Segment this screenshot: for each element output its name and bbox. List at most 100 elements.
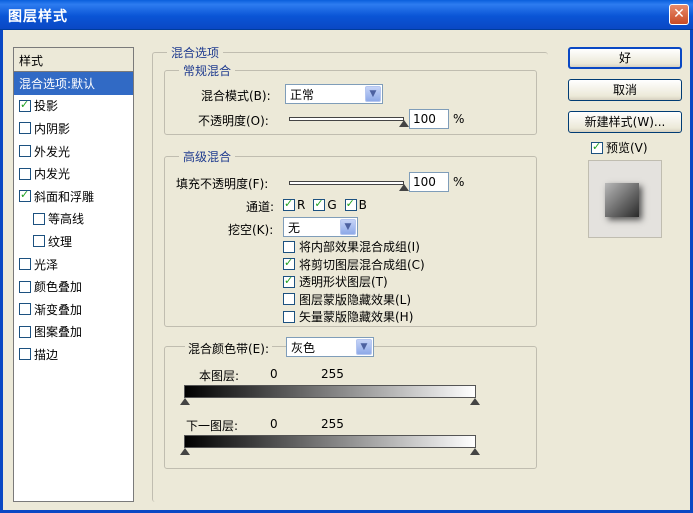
- advanced-option-checkbox[interactable]: [283, 256, 295, 271]
- blend-if-label: 混合颜色带(E):: [185, 340, 272, 357]
- advanced-option[interactable]: 图层蒙版隐藏效果(L): [283, 291, 425, 309]
- style-list-item[interactable]: 内发光: [14, 162, 133, 185]
- style-checkbox[interactable]: [19, 280, 31, 293]
- fill-opacity-slider[interactable]: [289, 181, 404, 185]
- style-list-item-label: 混合选项:默认: [19, 76, 96, 91]
- chevron-down-icon: ▼: [356, 339, 372, 355]
- style-list-item[interactable]: 图案叠加: [14, 321, 133, 344]
- style-checkbox[interactable]: [19, 167, 31, 180]
- advanced-option[interactable]: 将内部效果混合成组(I): [283, 238, 425, 256]
- underlying-layer-min: 0: [270, 417, 278, 431]
- advanced-option-checkbox[interactable]: [283, 274, 295, 288]
- opacity-unit: %: [453, 112, 465, 126]
- close-button[interactable]: ✕: [669, 4, 689, 25]
- advanced-blending-legend: 高级混合: [179, 148, 236, 165]
- advanced-option-label: 矢量蒙版隐藏效果(H): [299, 310, 414, 325]
- style-checkbox[interactable]: [19, 98, 31, 112]
- this-layer-label: 本图层:: [199, 369, 240, 383]
- channel-label: G: [327, 198, 337, 212]
- general-blending-legend: 常规混合: [179, 62, 236, 79]
- advanced-option[interactable]: 透明形状图层(T): [283, 273, 425, 291]
- chevron-down-icon: ▼: [340, 219, 356, 235]
- style-list-item[interactable]: 内阴影: [14, 117, 133, 140]
- channel-label: R: [297, 198, 306, 212]
- fill-opacity-slider-thumb[interactable]: [399, 184, 409, 191]
- underlying-layer-label: 下一图层:: [186, 419, 239, 433]
- style-checkbox[interactable]: [19, 325, 31, 338]
- style-list-item-label: 投影: [34, 99, 59, 114]
- style-list-item[interactable]: 纹理: [14, 230, 133, 253]
- style-checkbox[interactable]: [19, 348, 31, 361]
- blend-if-select[interactable]: 灰色 ▼: [286, 337, 374, 357]
- style-checkbox[interactable]: [33, 212, 45, 225]
- style-list-item-label: 等高线: [48, 212, 85, 227]
- channel-checkbox[interactable]: [344, 197, 357, 211]
- advanced-option[interactable]: 将剪切图层混合成组(C): [283, 256, 425, 274]
- style-list-item-label: 渐变叠加: [34, 302, 83, 317]
- ok-button[interactable]: 好: [568, 47, 682, 69]
- advanced-option-label: 将内部效果混合成组(I): [299, 240, 420, 255]
- style-list-item[interactable]: 混合选项:默认: [14, 72, 133, 95]
- knockout-select[interactable]: 无 ▼: [283, 217, 358, 237]
- style-checkbox[interactable]: [19, 303, 31, 316]
- fill-opacity-label: 填充不透明度(F):: [176, 177, 269, 191]
- new-style-button[interactable]: 新建样式(W)...: [568, 111, 682, 133]
- opacity-input[interactable]: 100: [409, 109, 449, 129]
- preview-toggle[interactable]: 预览(V): [591, 139, 648, 156]
- style-list-item-label: 纹理: [48, 234, 73, 249]
- style-list-item[interactable]: 斜面和浮雕: [14, 185, 133, 208]
- style-list-item[interactable]: 颜色叠加: [14, 275, 133, 298]
- preview-checkbox[interactable]: [591, 140, 603, 154]
- fill-opacity-unit: %: [453, 175, 465, 189]
- advanced-option-checkbox[interactable]: [283, 310, 295, 323]
- style-checkbox[interactable]: [19, 188, 31, 203]
- advanced-option-label: 透明形状图层(T): [299, 275, 388, 290]
- style-list-item-label: 图案叠加: [34, 325, 83, 340]
- title-bar[interactable]: 图层样式 ✕: [0, 0, 693, 30]
- channel-option[interactable]: G: [313, 197, 337, 212]
- style-list-item[interactable]: 外发光: [14, 140, 133, 163]
- opacity-slider-thumb[interactable]: [399, 120, 409, 127]
- preview-thumbnail: [588, 160, 662, 238]
- blend-if-value: 灰色: [291, 341, 316, 355]
- advanced-option[interactable]: 矢量蒙版隐藏效果(H): [283, 308, 425, 326]
- style-list-item[interactable]: 渐变叠加: [14, 298, 133, 321]
- opacity-label: 不透明度(O):: [198, 114, 269, 128]
- channel-option[interactable]: B: [344, 197, 367, 212]
- channel-option[interactable]: R: [283, 197, 306, 212]
- blend-mode-value: 正常: [290, 88, 315, 102]
- advanced-option-checkbox[interactable]: [283, 240, 295, 253]
- channel-checkbox[interactable]: [313, 197, 326, 211]
- close-icon: ✕: [673, 6, 685, 22]
- advanced-option-checkbox[interactable]: [283, 293, 295, 306]
- underlying-layer-black-handle[interactable]: [180, 448, 190, 455]
- this-layer-gradient: [184, 385, 476, 398]
- chevron-down-icon: ▼: [365, 86, 381, 102]
- fill-opacity-input[interactable]: 100: [409, 172, 449, 192]
- channel-checkbox[interactable]: [283, 197, 295, 211]
- style-list-item-label: 内阴影: [34, 121, 71, 136]
- style-list-item[interactable]: 投影: [14, 95, 133, 118]
- style-list-item[interactable]: 光泽: [14, 253, 133, 276]
- advanced-option-label: 图层蒙版隐藏效果(L): [299, 292, 412, 307]
- style-checkbox[interactable]: [19, 122, 31, 135]
- style-list-item[interactable]: 等高线: [14, 208, 133, 231]
- advanced-options-list: 将内部效果混合成组(I) 将剪切图层混合成组(C) 透明形状图层(T) 图层蒙版隐藏效…: [283, 238, 425, 326]
- style-checkbox[interactable]: [19, 145, 31, 158]
- advanced-option-label: 将剪切图层混合成组(C): [299, 257, 425, 272]
- opacity-slider[interactable]: [289, 117, 404, 121]
- knockout-value: 无: [288, 221, 301, 235]
- blend-mode-label: 混合模式(B):: [201, 89, 271, 103]
- cancel-button[interactable]: 取消: [568, 79, 682, 101]
- this-layer-black-handle[interactable]: [180, 398, 190, 405]
- this-layer-white-handle[interactable]: [470, 398, 480, 405]
- blend-mode-select[interactable]: 正常 ▼: [285, 84, 383, 104]
- style-checkbox[interactable]: [33, 235, 45, 248]
- channels-label: 通道:: [246, 200, 275, 214]
- underlying-layer-max: 255: [321, 417, 344, 431]
- underlying-layer-white-handle[interactable]: [470, 448, 480, 455]
- blend-if-group: [164, 346, 537, 469]
- style-checkbox[interactable]: [19, 258, 31, 271]
- style-list-item-label: 颜色叠加: [34, 280, 83, 295]
- style-list-item[interactable]: 描边: [14, 343, 133, 366]
